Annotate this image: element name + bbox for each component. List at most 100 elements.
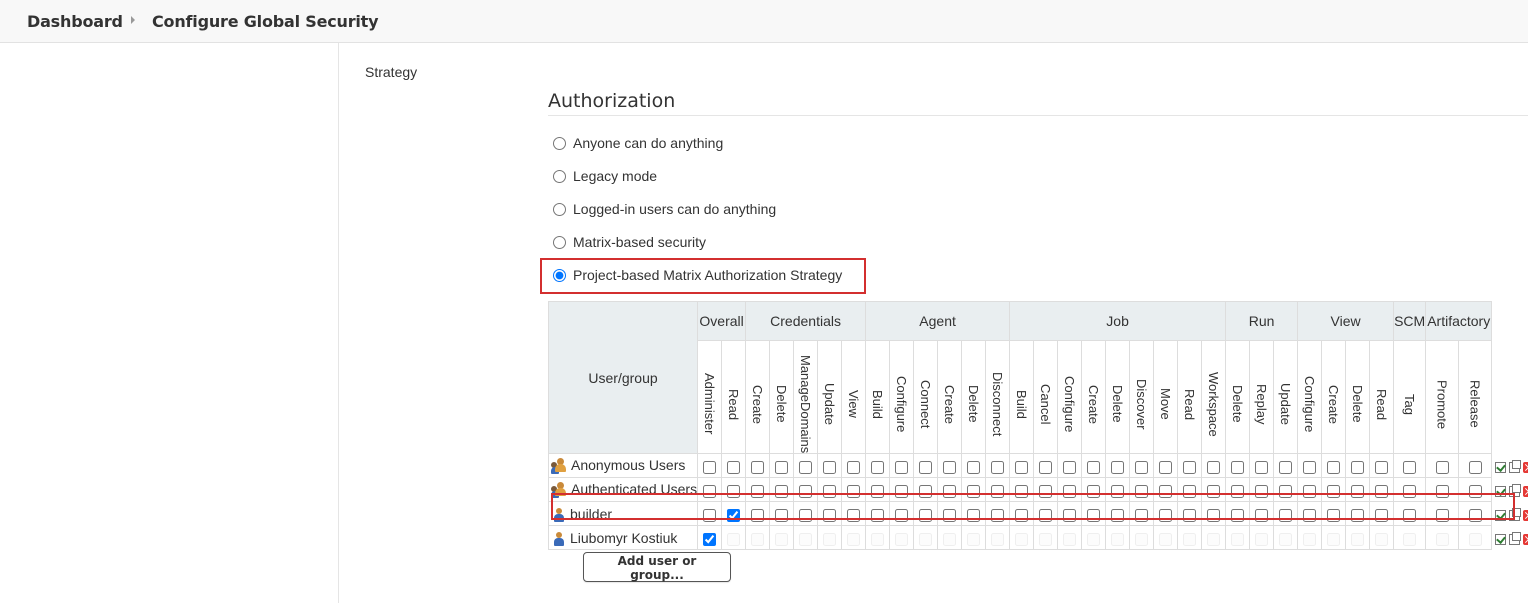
permission-checkbox-overall-read[interactable] xyxy=(727,508,741,522)
permission-checkbox-credentials-managedomains[interactable] xyxy=(799,508,813,522)
permission-checkbox-credentials-view[interactable] xyxy=(847,484,861,498)
strategy-radio-matrix-based-security[interactable] xyxy=(553,235,566,249)
permission-checkbox-run-delete[interactable] xyxy=(1231,484,1245,498)
permission-checkbox-job-create[interactable] xyxy=(1087,460,1101,474)
permission-checkbox-credentials-view[interactable] xyxy=(847,508,861,522)
permission-checkbox-overall-administer[interactable] xyxy=(703,484,717,498)
permission-checkbox-job-move[interactable] xyxy=(1159,484,1173,498)
strategy-option-matrix-based-security[interactable]: Matrix-based security xyxy=(553,232,706,252)
permission-checkbox-scm-tag[interactable] xyxy=(1403,460,1417,474)
permission-checkbox-credentials-update[interactable] xyxy=(823,508,837,522)
permission-checkbox-agent-build[interactable] xyxy=(871,460,885,474)
permission-checkbox-credentials-delete[interactable] xyxy=(775,460,789,474)
add-user-or-group-button[interactable]: Add user or group... xyxy=(583,552,731,582)
permission-checkbox-run-update[interactable] xyxy=(1279,484,1293,498)
permission-checkbox-view-configure[interactable] xyxy=(1303,508,1317,522)
permission-checkbox-job-cancel[interactable] xyxy=(1039,508,1053,522)
permission-checkbox-credentials-managedomains[interactable] xyxy=(799,484,813,498)
permission-checkbox-run-replay[interactable] xyxy=(1255,508,1269,522)
permission-checkbox-job-delete[interactable] xyxy=(1111,508,1125,522)
permission-checkbox-artifactory-release[interactable] xyxy=(1468,460,1482,474)
permission-checkbox-credentials-delete[interactable] xyxy=(775,484,789,498)
remove-icon[interactable] xyxy=(1523,461,1528,473)
strategy-radio-project-based-matrix-authorization-strategy[interactable] xyxy=(553,268,566,282)
strategy-radio-logged-in-users-can-do-anything[interactable] xyxy=(553,202,566,216)
permission-checkbox-view-read[interactable] xyxy=(1375,484,1389,498)
permission-checkbox-view-delete[interactable] xyxy=(1351,508,1365,522)
permission-checkbox-agent-delete[interactable] xyxy=(967,484,981,498)
permission-checkbox-run-delete[interactable] xyxy=(1231,508,1245,522)
permission-checkbox-overall-administer[interactable] xyxy=(703,508,717,522)
permission-checkbox-agent-disconnect[interactable] xyxy=(991,460,1005,474)
strategy-option-project-based-matrix-authorization-strategy[interactable]: Project-based Matrix Authorization Strat… xyxy=(553,265,842,285)
permission-checkbox-credentials-create[interactable] xyxy=(751,508,765,522)
permission-checkbox-run-replay[interactable] xyxy=(1255,460,1269,474)
permission-checkbox-agent-disconnect[interactable] xyxy=(991,508,1005,522)
permission-checkbox-job-build[interactable] xyxy=(1015,508,1029,522)
strategy-radio-anyone-can-do-anything[interactable] xyxy=(553,136,566,150)
permission-checkbox-job-read[interactable] xyxy=(1183,484,1197,498)
permission-checkbox-job-move[interactable] xyxy=(1159,508,1173,522)
permission-checkbox-credentials-view[interactable] xyxy=(847,460,861,474)
permission-checkbox-agent-disconnect[interactable] xyxy=(991,484,1005,498)
permission-checkbox-job-configure[interactable] xyxy=(1063,484,1077,498)
permission-checkbox-job-discover[interactable] xyxy=(1135,460,1149,474)
permission-checkbox-run-delete[interactable] xyxy=(1231,460,1245,474)
permission-checkbox-credentials-update[interactable] xyxy=(823,460,837,474)
copy-icon[interactable] xyxy=(1509,483,1522,497)
permission-checkbox-job-discover[interactable] xyxy=(1135,508,1149,522)
permission-checkbox-job-create[interactable] xyxy=(1087,508,1101,522)
permission-checkbox-job-read[interactable] xyxy=(1183,508,1197,522)
permission-checkbox-job-delete[interactable] xyxy=(1111,484,1125,498)
permission-checkbox-overall-read[interactable] xyxy=(727,460,741,474)
permission-checkbox-job-discover[interactable] xyxy=(1135,484,1149,498)
permission-checkbox-artifactory-release[interactable] xyxy=(1468,484,1482,498)
remove-icon[interactable] xyxy=(1523,509,1528,521)
permission-checkbox-job-workspace[interactable] xyxy=(1207,460,1221,474)
permission-checkbox-agent-create[interactable] xyxy=(943,460,957,474)
permission-checkbox-view-create[interactable] xyxy=(1327,460,1341,474)
remove-icon[interactable] xyxy=(1523,485,1528,497)
permission-checkbox-job-delete[interactable] xyxy=(1111,460,1125,474)
permission-checkbox-agent-configure[interactable] xyxy=(895,484,909,498)
permission-checkbox-view-create[interactable] xyxy=(1327,508,1341,522)
permission-checkbox-agent-configure[interactable] xyxy=(895,460,909,474)
check-all-icon[interactable] xyxy=(1495,509,1507,521)
strategy-option-logged-in-users-can-do-anything[interactable]: Logged-in users can do anything xyxy=(553,199,776,219)
breadcrumb-dashboard[interactable]: Dashboard xyxy=(27,12,123,31)
permission-checkbox-job-cancel[interactable] xyxy=(1039,460,1053,474)
permission-checkbox-view-read[interactable] xyxy=(1375,460,1389,474)
strategy-option-legacy-mode[interactable]: Legacy mode xyxy=(553,166,657,186)
permission-checkbox-run-update[interactable] xyxy=(1279,460,1293,474)
strategy-option-anyone-can-do-anything[interactable]: Anyone can do anything xyxy=(553,133,723,153)
permission-checkbox-scm-tag[interactable] xyxy=(1403,484,1417,498)
strategy-radio-legacy-mode[interactable] xyxy=(553,169,566,183)
permission-checkbox-view-delete[interactable] xyxy=(1351,460,1365,474)
permission-checkbox-scm-tag[interactable] xyxy=(1403,508,1417,522)
permission-checkbox-view-create[interactable] xyxy=(1327,484,1341,498)
permission-checkbox-job-read[interactable] xyxy=(1183,460,1197,474)
permission-checkbox-agent-connect[interactable] xyxy=(919,508,933,522)
permission-checkbox-job-move[interactable] xyxy=(1159,460,1173,474)
check-all-icon[interactable] xyxy=(1495,461,1507,473)
check-all-icon[interactable] xyxy=(1495,485,1507,497)
permission-checkbox-credentials-update[interactable] xyxy=(823,484,837,498)
permission-checkbox-agent-create[interactable] xyxy=(943,508,957,522)
permission-checkbox-credentials-delete[interactable] xyxy=(775,508,789,522)
permission-checkbox-artifactory-promote[interactable] xyxy=(1435,508,1449,522)
permission-checkbox-job-workspace[interactable] xyxy=(1207,484,1221,498)
permission-checkbox-agent-delete[interactable] xyxy=(967,460,981,474)
permission-checkbox-artifactory-promote[interactable] xyxy=(1435,460,1449,474)
permission-checkbox-agent-create[interactable] xyxy=(943,484,957,498)
permission-checkbox-view-configure[interactable] xyxy=(1303,484,1317,498)
permission-checkbox-agent-delete[interactable] xyxy=(967,508,981,522)
permission-checkbox-artifactory-promote[interactable] xyxy=(1435,484,1449,498)
permission-checkbox-agent-connect[interactable] xyxy=(919,484,933,498)
permission-checkbox-overall-administer[interactable] xyxy=(703,460,717,474)
permission-checkbox-agent-build[interactable] xyxy=(871,484,885,498)
permission-checkbox-run-update[interactable] xyxy=(1279,508,1293,522)
copy-icon[interactable] xyxy=(1509,531,1522,545)
permission-checkbox-agent-build[interactable] xyxy=(871,508,885,522)
permission-checkbox-agent-configure[interactable] xyxy=(895,508,909,522)
permission-checkbox-view-read[interactable] xyxy=(1375,508,1389,522)
